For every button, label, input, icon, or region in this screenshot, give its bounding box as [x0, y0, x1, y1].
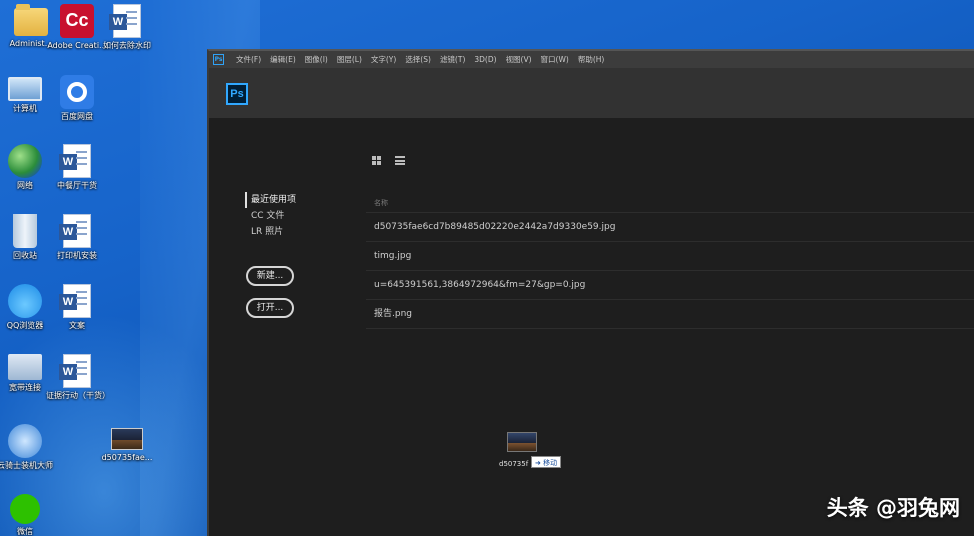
recycle-bin-icon [13, 214, 37, 248]
view-toggle [372, 156, 405, 165]
desktop-icon-label: 证据行动（干货） [46, 391, 110, 400]
new-file-button[interactable]: 新建... [246, 266, 294, 286]
recent-file-row[interactable]: u=645391561,3864972964&fm=27&gp=0.jpg [366, 271, 974, 300]
recent-file-row[interactable]: timg.jpg [366, 242, 974, 271]
desktop-icon-label: 云骑士装机大师 [0, 461, 53, 470]
watermark-text: 头条 @羽兔网 [826, 496, 960, 520]
dragged-image-thumbnail [507, 432, 537, 452]
desktop-icon-doc-watermark[interactable]: W 如何去除水印 [96, 4, 158, 51]
photoshop-home-header: Ps [209, 68, 974, 118]
desktop-icon-installer[interactable]: 云骑士装机大师 [0, 424, 56, 471]
menu-file[interactable]: 文件(F) [236, 54, 261, 65]
desktop-icon-label: 微信 [17, 527, 33, 536]
desktop-icon-label: d50735fae... [101, 453, 153, 462]
desktop-icon-label: 文案 [69, 321, 85, 330]
recent-file-row[interactable]: 报告.png [366, 300, 974, 329]
word-doc-icon: W [59, 214, 91, 248]
desktop-icon-baidu-netdisk[interactable]: 百度网盘 [46, 75, 108, 122]
desktop-icon-label: 中餐厅干货 [57, 181, 97, 190]
menu-image[interactable]: 图像(I) [305, 54, 328, 65]
network-icon [8, 144, 42, 178]
recent-file-row[interactable]: d50735fae6cd7b89485d02220e2442a7d9330e59… [366, 213, 974, 242]
open-file-button[interactable]: 打开... [246, 298, 294, 318]
word-doc-icon: W [59, 284, 91, 318]
word-doc-icon: W [59, 144, 91, 178]
baidu-netdisk-icon [60, 75, 94, 109]
recent-files-list: 名称 d50735fae6cd7b89485d02220e2442a7d9330… [366, 193, 974, 329]
home-sidebar: 最近使用项 CC 文件 LR 照片 [245, 192, 296, 240]
photoshop-window: Ps 文件(F) 编辑(E) 图像(I) 图层(L) 文字(Y) 选择(S) 滤… [207, 49, 974, 536]
broadband-connection-icon [8, 354, 42, 380]
desktop-icon-label: 百度网盘 [61, 112, 93, 121]
menu-help[interactable]: 帮助(H) [578, 54, 605, 65]
computer-icon [8, 77, 42, 101]
menu-select[interactable]: 选择(S) [405, 54, 431, 65]
menu-window[interactable]: 窗口(W) [541, 54, 569, 65]
list-view-icon[interactable] [395, 156, 405, 165]
menu-filter[interactable]: 滤镜(T) [440, 54, 465, 65]
desktop-icon-doc-printer[interactable]: W 打印机安装 [46, 214, 108, 261]
desktop-icon-wechat[interactable]: 微信 [0, 494, 56, 536]
photoshop-menubar: Ps 文件(F) 编辑(E) 图像(I) 图层(L) 文字(Y) 选择(S) 滤… [209, 51, 974, 68]
wechat-icon [10, 494, 40, 524]
photoshop-small-logo-icon: Ps [213, 54, 224, 65]
dragged-file-name: d50735f [499, 460, 529, 468]
menu-3d[interactable]: 3D(D) [474, 55, 496, 64]
move-tooltip: ➜ 移动 [531, 456, 562, 468]
word-doc-icon: W [59, 354, 91, 388]
menu-view[interactable]: 视图(V) [506, 54, 532, 65]
sidebar-item-recent[interactable]: 最近使用项 [245, 192, 296, 208]
desktop-icon-doc-copy[interactable]: W 文案 [46, 284, 108, 331]
adobe-creative-cloud-icon: Cc [60, 4, 94, 38]
installer-globe-icon [8, 424, 42, 458]
sidebar-item-lr-photos[interactable]: LR 照片 [245, 224, 296, 240]
menu-layer[interactable]: 图层(L) [337, 54, 362, 65]
menu-type[interactable]: 文字(Y) [371, 54, 396, 65]
grid-view-icon[interactable] [372, 156, 381, 165]
photoshop-home-screen: 最近使用项 CC 文件 LR 照片 新建... 打开... 名称 d50735f… [209, 118, 974, 536]
photoshop-logo-icon: Ps [226, 83, 248, 105]
folder-icon [14, 4, 48, 36]
sidebar-item-cc-files[interactable]: CC 文件 [245, 208, 296, 224]
desktop-icon-image-file[interactable]: d50735fae... [96, 428, 158, 463]
desktop-icon-label: 如何去除水印 [103, 41, 151, 50]
qq-browser-icon [8, 284, 42, 318]
column-header-name[interactable]: 名称 [366, 193, 974, 213]
desktop-icon-doc-evidence[interactable]: W 证据行动（干货） [46, 354, 110, 401]
desktop-icon-label: 打印机安装 [57, 251, 97, 260]
word-doc-icon: W [109, 4, 141, 38]
image-file-icon [111, 428, 143, 450]
desktop-icon-doc-restaurant[interactable]: W 中餐厅干货 [46, 144, 108, 191]
menu-edit[interactable]: 编辑(E) [270, 54, 296, 65]
